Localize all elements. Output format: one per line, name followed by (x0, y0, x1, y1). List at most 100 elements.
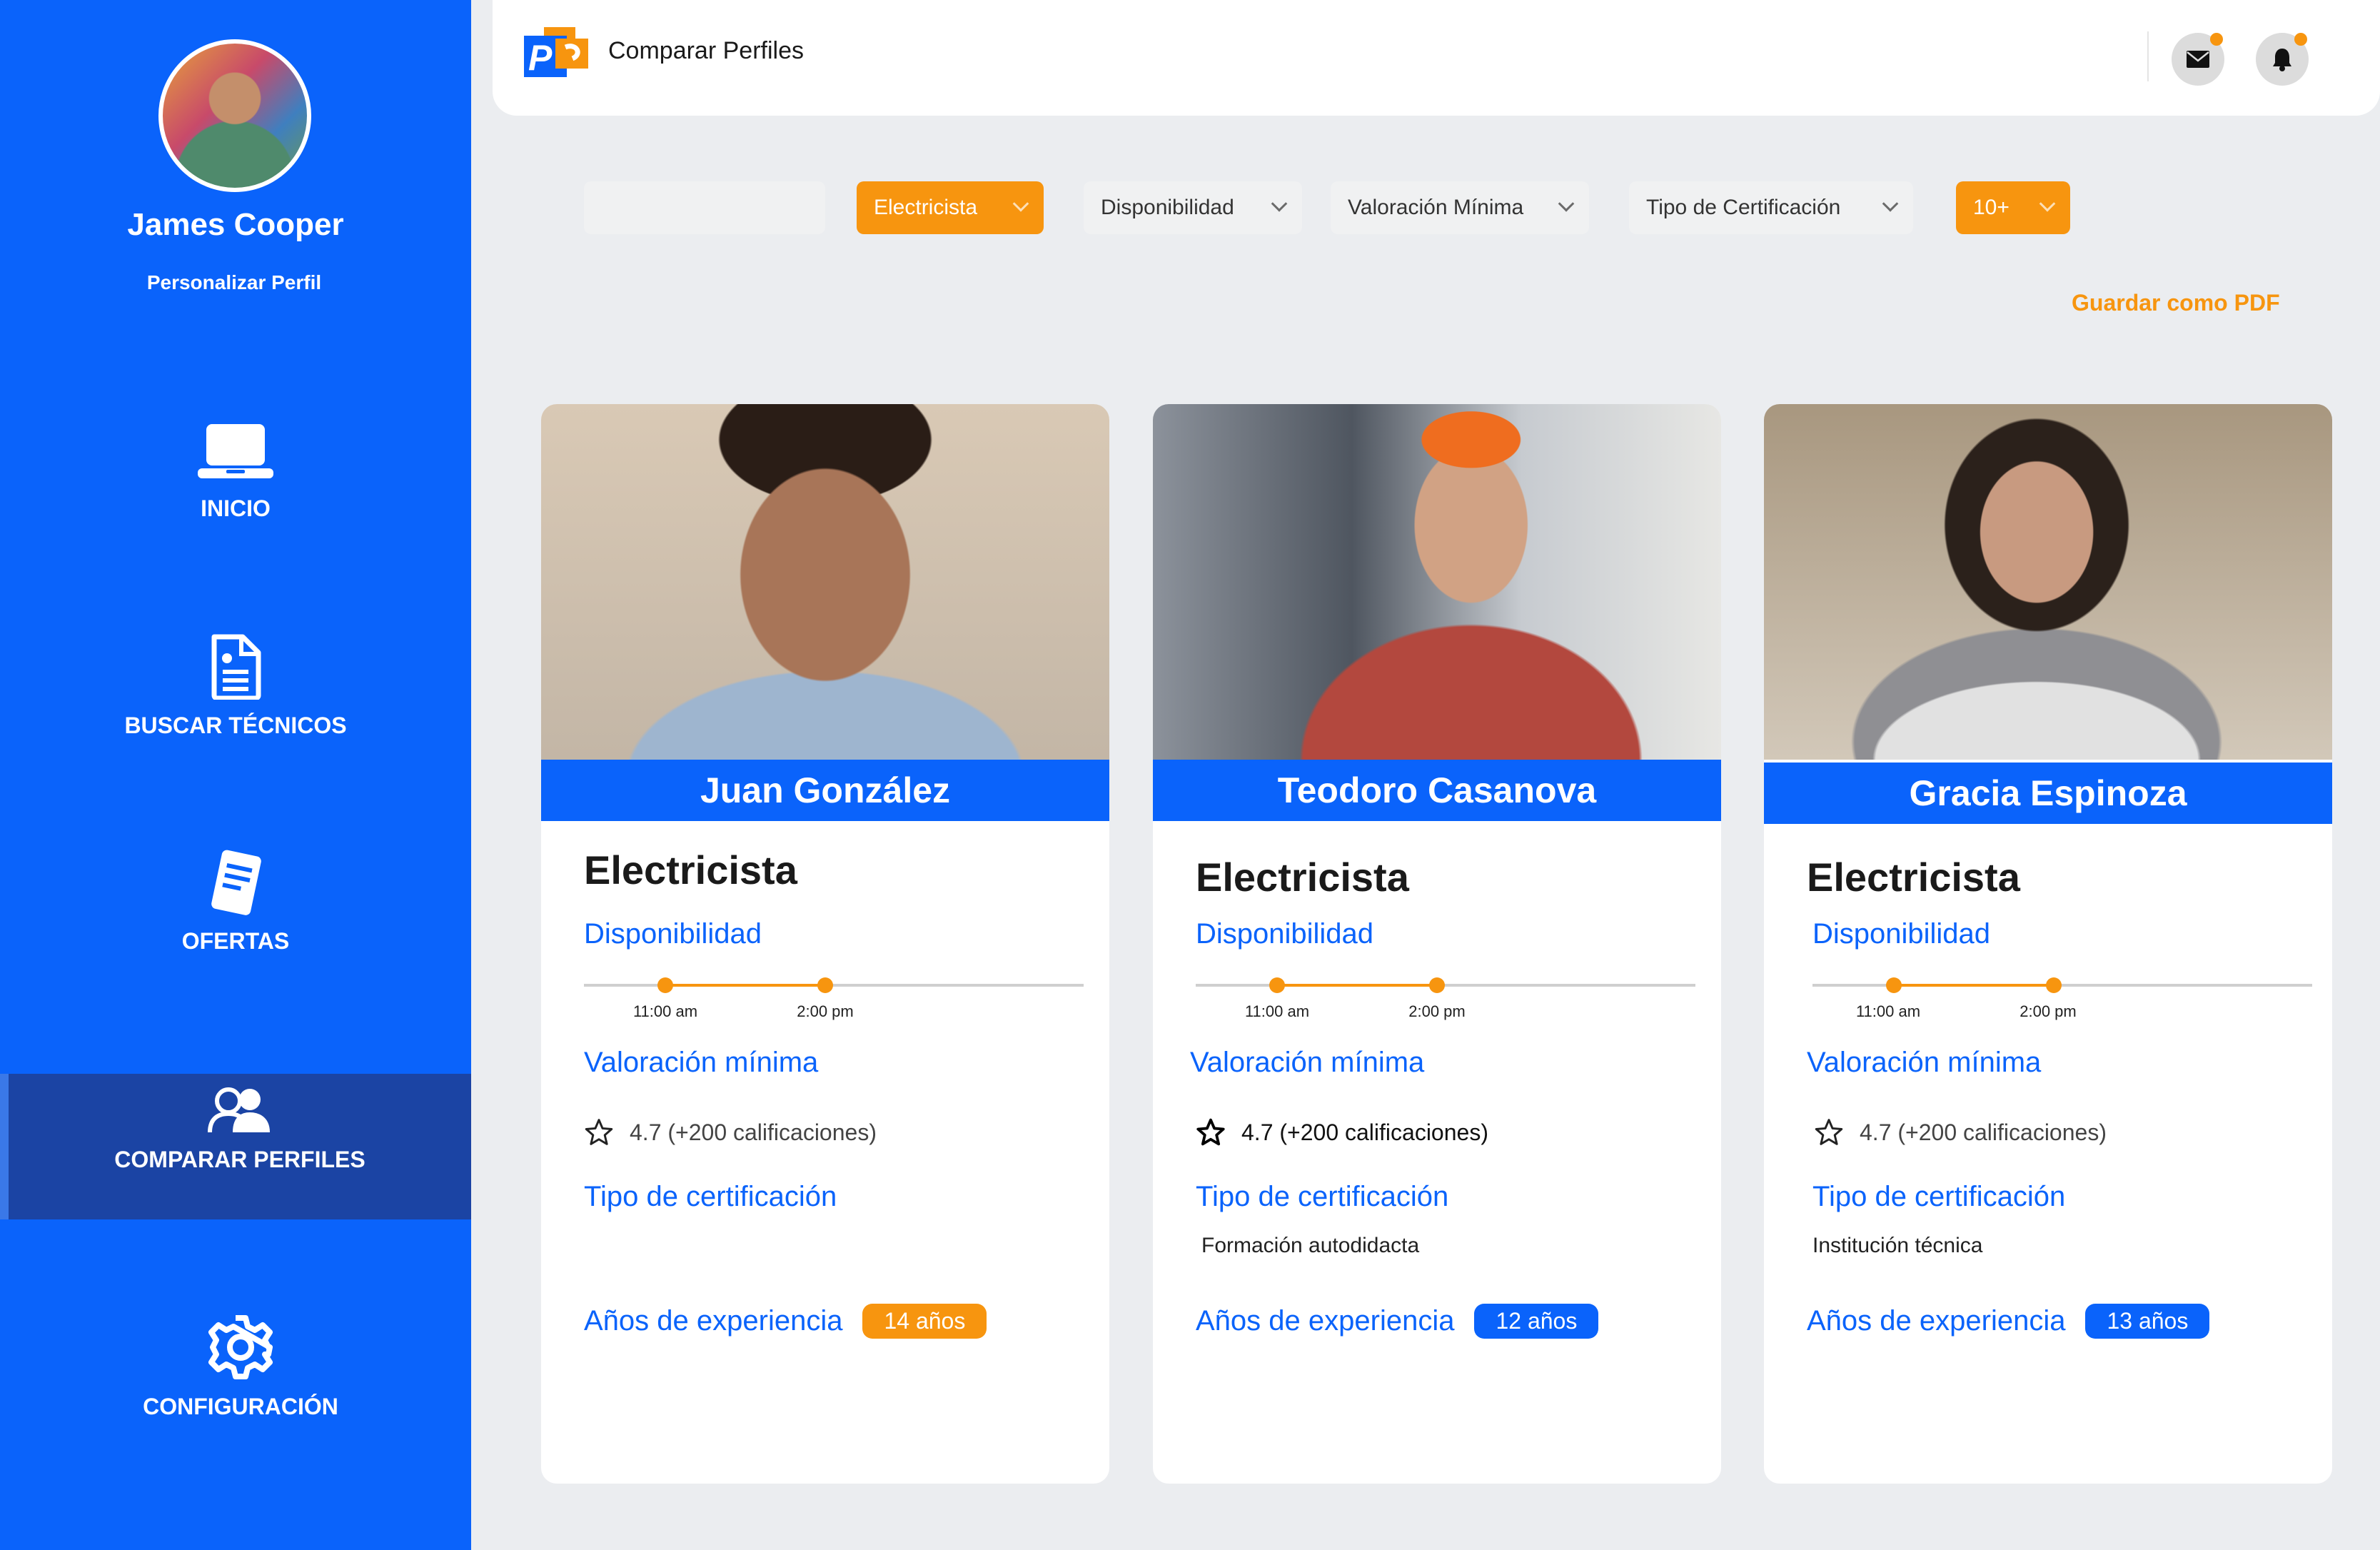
chevron-down-icon (1012, 196, 1029, 212)
nav-item-inicio[interactable]: INICIO (0, 421, 471, 522)
min-rating-filter[interactable]: Valoración Mínima (1331, 181, 1589, 234)
save-pdf-button[interactable]: Guardar como PDF (2072, 290, 2280, 316)
min-rating-filter-label: Valoración Mínima (1348, 196, 1524, 219)
star-icon (1815, 1119, 1843, 1145)
notifications-indicator (2294, 33, 2307, 46)
messages-indicator (2210, 33, 2223, 46)
availability-filter-label: Disponibilidad (1101, 196, 1234, 219)
availability-start-time: 11:00 am (632, 1002, 698, 1020)
availability-end-handle (2046, 977, 2062, 993)
availability-slider (1196, 977, 1695, 993)
nav-label-inicio: INICIO (201, 495, 271, 521)
specialty-filter-label: Electricista (874, 196, 978, 219)
experience-badge: 12 años (1474, 1304, 1599, 1339)
profile-name: Juan González (541, 760, 1109, 821)
chevron-down-icon (1882, 196, 1899, 212)
availability-slider (1812, 977, 2312, 993)
profile-photo (1764, 404, 2332, 760)
rating-text: 4.7 (+200 calificaciones) (1860, 1119, 2107, 1145)
specialty-filter[interactable]: Electricista (857, 181, 1044, 234)
experience-filter[interactable]: 10+ (1956, 181, 2070, 234)
availability-range (665, 984, 825, 987)
certification-filter[interactable]: Tipo de Certificación (1629, 181, 1913, 234)
rating-row: 4.7 (+200 calificaciones) (584, 1118, 877, 1147)
availability-range (1277, 984, 1437, 987)
profile-role: Electricista (584, 847, 797, 892)
rating-row: 4.7 (+200 calificaciones) (1814, 1118, 2107, 1147)
profile-card: Juan González Electricista Disponibilida… (541, 404, 1109, 1484)
nav-label-ofertas: OFERTAS (181, 928, 290, 954)
availability-end-time: 2:00 pm (2020, 1002, 2077, 1020)
availability-start-handle (1269, 977, 1285, 993)
certification-value: Formación autodidacta (1201, 1234, 1420, 1257)
search-input[interactable] (584, 181, 825, 234)
availability-start-time: 11:00 am (1244, 1002, 1310, 1020)
nav-label-comparar-perfiles: COMPARAR PERFILES (114, 1147, 365, 1172)
experience-label: Años de experiencia (1196, 1305, 1455, 1337)
header-divider (2147, 31, 2149, 81)
user-name: James Cooper (127, 207, 344, 242)
profile-photo (1153, 404, 1721, 760)
min-rating-label: Valoración mínima (1190, 1047, 1425, 1078)
availability-label: Disponibilidad (1812, 918, 1991, 950)
certification-value: Institución técnica (1812, 1234, 1983, 1257)
availability-end-time: 2:00 pm (1408, 1002, 1466, 1020)
availability-range (1894, 984, 2054, 987)
experience-row: Años de experiencia 14 años (584, 1304, 987, 1339)
profile-name: Teodoro Casanova (1153, 760, 1721, 821)
nav-item-configuracion[interactable]: CONFIGURACIÓN (0, 1314, 471, 1420)
laptop-icon (198, 424, 273, 478)
min-rating-label: Valoración mínima (1807, 1047, 2042, 1078)
nav-label-buscar-tecnicos: BUSCAR TÉCNICOS (124, 713, 347, 738)
star-icon (1196, 1118, 1225, 1146)
certification-label: Tipo de certificación (584, 1181, 837, 1212)
rating-text: 4.7 (+200 calificaciones) (630, 1119, 877, 1145)
experience-row: Años de experiencia 13 años (1807, 1304, 2210, 1339)
mail-icon (2187, 51, 2209, 68)
nav-label-configuracion: CONFIGURACIÓN (143, 1394, 338, 1419)
page-title: Comparar Perfiles (608, 37, 804, 64)
chevron-down-icon (1558, 196, 1575, 212)
availability-slider (584, 977, 1084, 993)
rating-text: 4.7 (+200 calificaciones) (1241, 1119, 1488, 1145)
availability-end-handle (817, 977, 833, 993)
experience-label: Años de experiencia (1807, 1305, 2066, 1337)
avatar[interactable] (158, 39, 311, 192)
nav-item-comparar-perfiles[interactable]: COMPARAR PERFILES (0, 1074, 471, 1219)
chevron-down-icon (2039, 196, 2056, 212)
availability-start-handle (657, 977, 673, 993)
top-header: P Comparar Perfiles (493, 0, 2380, 116)
sidebar: James Cooper Personalizar Perfil INICIO … (0, 0, 471, 1550)
min-rating-label: Valoración mínima (584, 1047, 819, 1078)
app-logo: P (524, 27, 588, 78)
availability-end-handle (1429, 977, 1445, 993)
availability-label: Disponibilidad (584, 918, 762, 950)
profile-role: Electricista (1807, 855, 2020, 900)
certification-filter-label: Tipo de Certificación (1646, 196, 1841, 219)
availability-end-time: 2:00 pm (797, 1002, 854, 1020)
availability-filter[interactable]: Disponibilidad (1084, 181, 1302, 234)
document-search-icon (211, 634, 261, 700)
nav-item-ofertas[interactable]: OFERTAS (0, 850, 471, 955)
gear-icon (208, 1315, 273, 1379)
experience-badge: 13 años (2085, 1304, 2210, 1339)
profile-name: Gracia Espinoza (1764, 763, 2332, 824)
experience-label: Años de experiencia (584, 1305, 843, 1337)
nav-item-buscar-tecnicos[interactable]: BUSCAR TÉCNICOS (0, 634, 471, 739)
availability-start-handle (1886, 977, 1902, 993)
chevron-down-icon (1271, 196, 1288, 212)
availability-start-time: 11:00 am (1855, 1002, 1921, 1020)
experience-row: Años de experiencia 12 años (1196, 1304, 1599, 1339)
profile-photo (541, 404, 1109, 760)
profile-card: Teodoro Casanova Electricista Disponibil… (1153, 404, 1721, 1484)
experience-badge: 14 años (862, 1304, 987, 1339)
messages-button[interactable] (2172, 33, 2224, 86)
svg-text:P: P (528, 38, 553, 78)
bell-icon (2273, 49, 2291, 71)
notifications-button[interactable] (2256, 33, 2309, 86)
star-icon (585, 1119, 613, 1145)
experience-filter-label: 10+ (1973, 196, 2010, 219)
availability-label: Disponibilidad (1196, 918, 1374, 950)
certification-label: Tipo de certificación (1196, 1181, 1449, 1212)
customize-profile-link[interactable]: Personalizar Perfil (0, 271, 468, 294)
